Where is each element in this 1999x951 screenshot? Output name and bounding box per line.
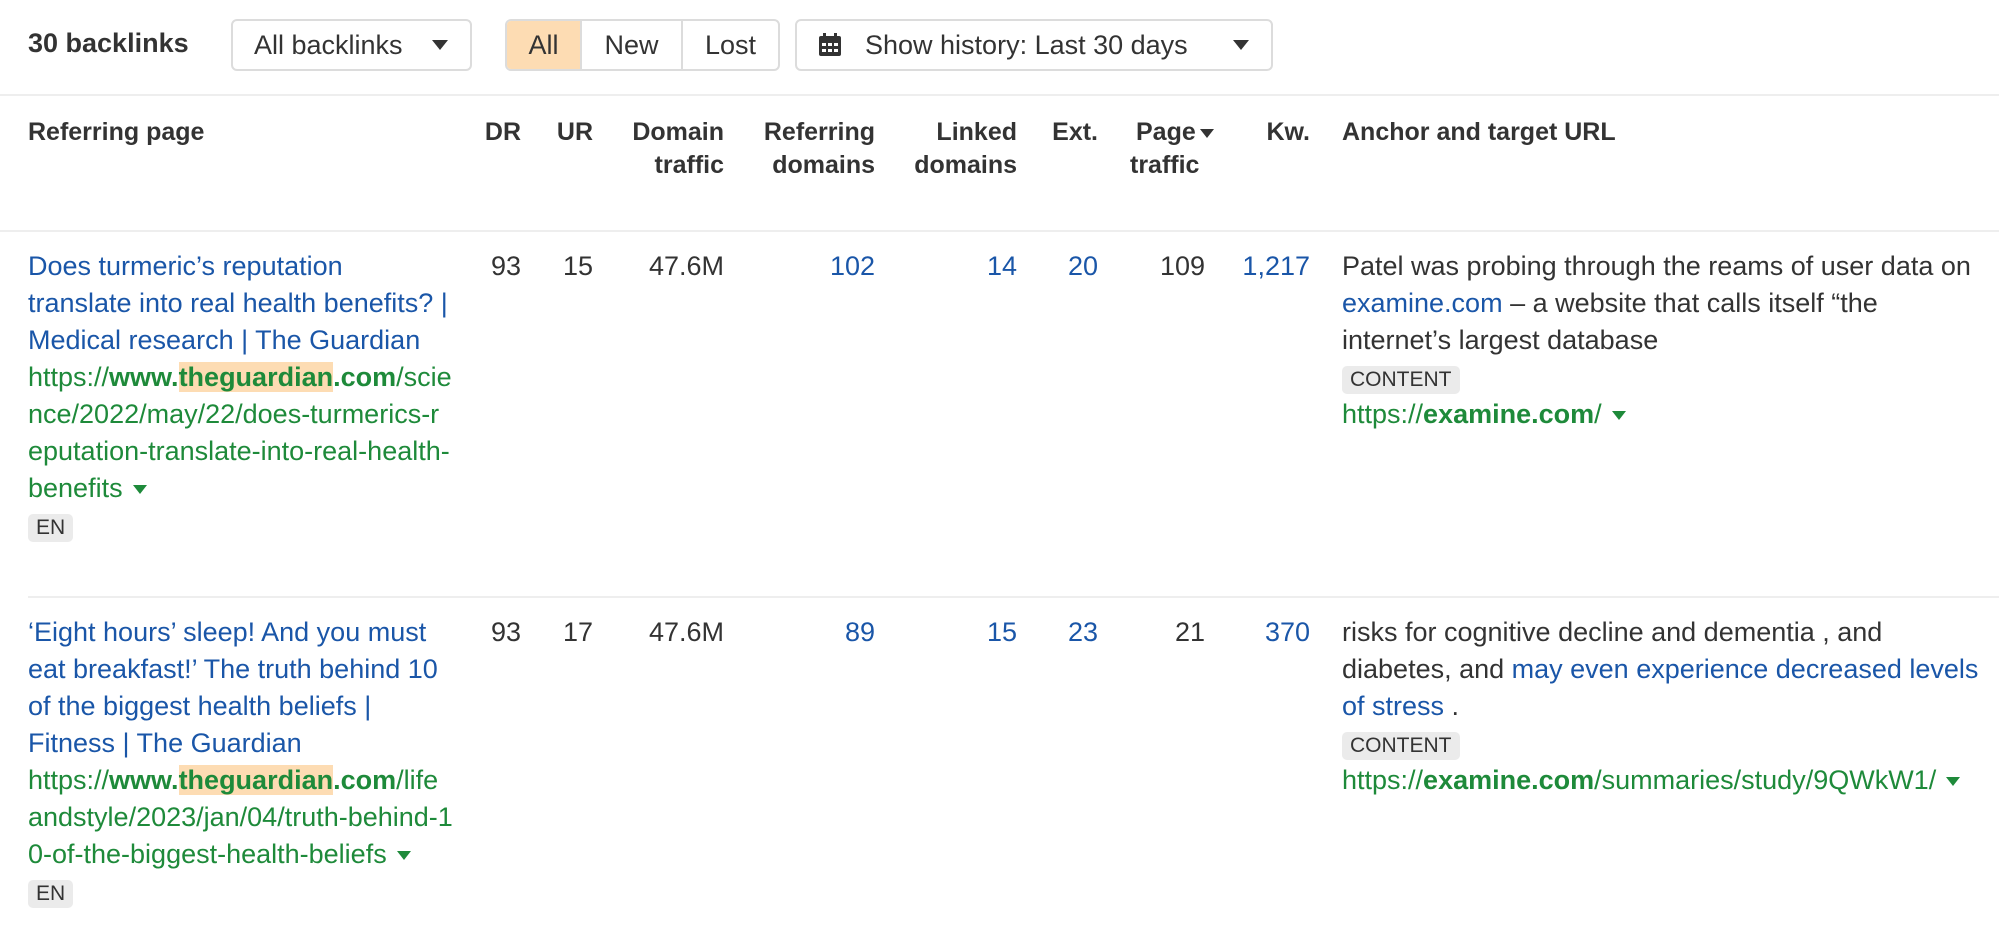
referring-page-title-link[interactable]: Does turmeric’s reputation translate int… [28,248,453,359]
link-type-badge: CONTENT [1342,366,1460,394]
dr-value: 93 [490,617,521,647]
anchor-cell: Patel was probing through the reams of u… [1342,248,1982,433]
ur-value: 17 [562,617,593,647]
url-menu-caret-icon[interactable] [132,485,147,495]
backlink-type-dropdown-label: All backlinks [254,29,403,60]
domain-traffic-value: 47.6M [648,617,724,647]
url-menu-caret-icon[interactable] [1611,411,1626,421]
referring-page-cell: ‘Eight hours’ sleep! And you must eat br… [28,614,453,910]
referring-domains-link[interactable]: 102 [740,248,875,285]
table-header: Referring page DR UR Domain traffic Refe… [0,96,1999,232]
col-linked-domains-line1: Linked [936,118,1017,146]
referring-page-url-link[interactable]: https://www.theguardian.com/science/2022… [28,359,453,507]
col-anchor[interactable]: Anchor and target URL [1342,116,1616,149]
col-linked-domains[interactable]: Linked domains [880,116,1017,182]
col-referring-page[interactable]: Referring page [28,116,204,149]
referring-page-cell: Does turmeric’s reputation translate int… [28,248,453,544]
linked-domains-link[interactable]: 14 [880,248,1017,285]
col-referring-domains-line2: domains [772,151,875,179]
target-url-link[interactable]: https://examine.com/summaries/study/9QWk… [1342,762,1982,799]
chevron-down-icon [1233,40,1249,50]
language-badge: EN [28,880,74,908]
status-segmented-control: All New Lost [505,19,780,71]
col-referring-domains[interactable]: Referring domains [740,116,875,182]
col-dr[interactable]: DR [470,116,521,149]
toolbar: 30 backlinks All backlinks All New Lost … [0,0,1999,96]
referring-page-url-link[interactable]: https://www.theguardian.com/lifeandstyle… [28,762,453,873]
ur-value: 15 [562,251,593,281]
chevron-down-icon [432,40,448,50]
external-links-link[interactable]: 20 [1030,248,1098,285]
col-kw[interactable]: Kw. [1240,116,1310,149]
segment-new-button[interactable]: New [580,21,681,69]
dr-value: 93 [490,251,521,281]
referring-domains-link[interactable]: 89 [740,614,875,651]
highlighted-domain: theguardian [178,765,334,795]
highlighted-domain: theguardian [178,362,334,392]
anchor-text: Patel was probing through the reams of u… [1342,251,1971,355]
col-linked-domains-line2: domains [914,151,1017,179]
col-domain-traffic-line1: Domain [632,118,724,146]
target-url-link[interactable]: https://examine.com/ [1342,396,1982,433]
sort-desc-icon [1199,128,1214,138]
col-referring-domains-line1: Referring [763,118,875,146]
anchor-text: risks for cognitive decline and dementia… [1342,617,1979,721]
calendar-icon [819,33,841,56]
col-page-traffic[interactable]: Page traffic [1130,116,1230,182]
anchor-cell: risks for cognitive decline and dementia… [1342,614,1982,799]
col-ur[interactable]: UR [540,116,593,149]
anchor-link[interactable]: examine.com [1342,288,1503,318]
referring-page-title-link[interactable]: ‘Eight hours’ sleep! And you must eat br… [28,614,453,762]
history-dropdown[interactable]: Show history: Last 30 days [795,19,1273,71]
col-domain-traffic-line2: traffic [654,151,724,179]
page-traffic-value: 109 [1159,251,1205,281]
backlink-type-dropdown[interactable]: All backlinks [231,19,472,71]
linked-domains-link[interactable]: 15 [880,614,1017,651]
col-domain-traffic[interactable]: Domain traffic [600,116,724,182]
table-row: Does turmeric’s reputation translate int… [0,232,1999,598]
table-row: ‘Eight hours’ sleep! And you must eat br… [0,598,1999,951]
history-dropdown-label: Show history: Last 30 days [865,29,1188,60]
backlinks-count: 30 backlinks [28,28,189,58]
domain-traffic-value: 47.6M [648,251,724,281]
url-menu-caret-icon[interactable] [1946,777,1961,787]
external-links-link[interactable]: 23 [1030,614,1098,651]
col-page-traffic-line2: traffic [1130,151,1200,179]
keywords-link[interactable]: 1,217 [1210,248,1310,285]
page-traffic-value: 21 [1174,617,1205,647]
keywords-link[interactable]: 370 [1210,614,1310,651]
col-page-traffic-line1: Page [1136,118,1196,146]
language-badge: EN [28,514,74,542]
link-type-badge: CONTENT [1342,732,1460,760]
segment-lost-button[interactable]: Lost [681,21,778,69]
col-ext[interactable]: Ext. [1030,116,1098,149]
segment-all-button[interactable]: All [507,21,580,69]
url-menu-caret-icon[interactable] [396,851,411,861]
